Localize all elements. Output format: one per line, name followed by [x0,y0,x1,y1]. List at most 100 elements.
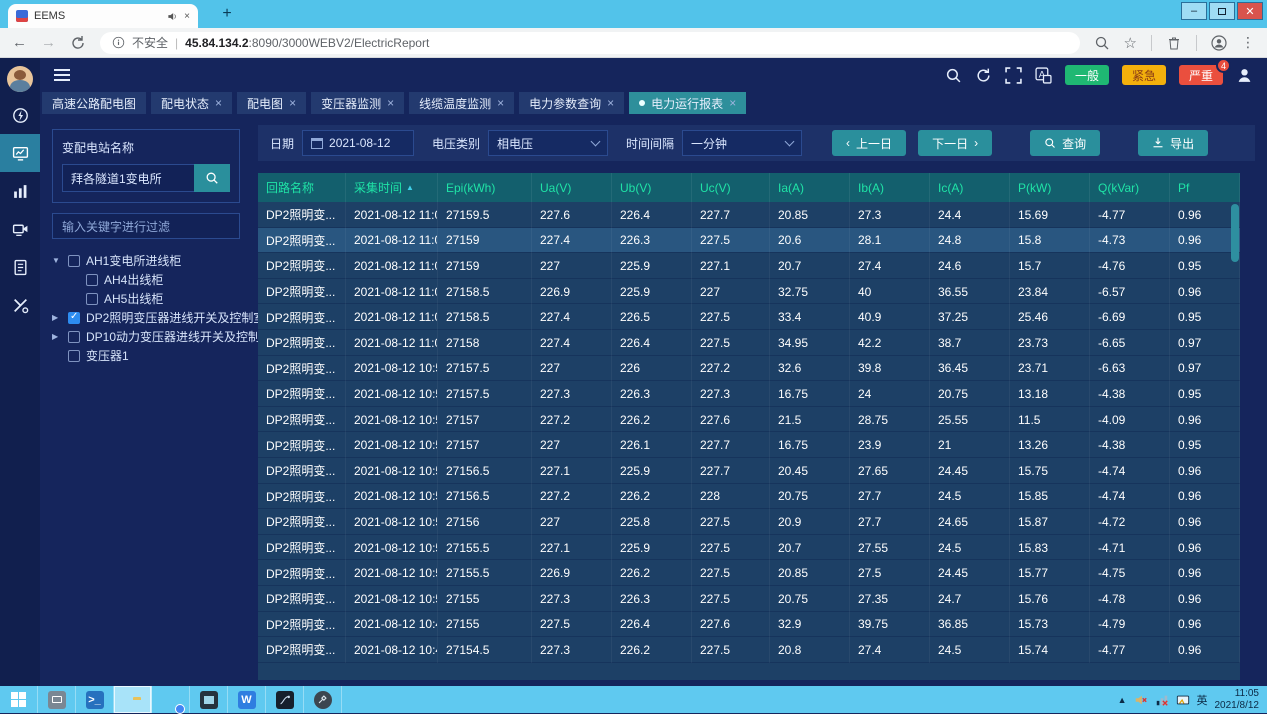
browser-menu-icon[interactable]: ⋮ [1241,34,1255,51]
sort-asc-icon[interactable]: ▲ [406,183,414,192]
close-tab-icon[interactable]: × [497,96,504,110]
rail-item-bar-chart[interactable] [0,172,40,210]
export-button[interactable]: 导出 [1138,130,1208,156]
tree-checkbox[interactable] [68,331,80,343]
tree-expand-icon[interactable]: ▼ [52,256,62,265]
taskbar-chrome-button[interactable] [152,686,190,713]
taskbar-powershell-button[interactable]: >_ [76,686,114,713]
alarm-button-紧急[interactable]: 紧急 [1122,65,1166,85]
tree-node[interactable]: 变压器1 [52,346,240,365]
table-row[interactable]: DP2照明变...2021-08-12 10:5227155.5227.1225… [258,535,1240,561]
tray-expand-icon[interactable]: ▲ [1118,695,1127,705]
tree-node[interactable]: ▶DP2照明变压器进线开关及控制室 [52,308,240,327]
taskbar-netplot-app-button[interactable] [266,686,304,713]
network-error-icon[interactable] [1155,693,1169,707]
new-tab-button[interactable]: + [216,5,238,23]
tree-checkbox[interactable] [68,255,80,267]
table-row[interactable]: DP2照明变...2021-08-12 11:0427159227.4226.3… [258,228,1240,254]
column-header[interactable]: P(kW) [1010,173,1090,202]
tray-clock[interactable]: 11:05 2021/8/12 [1215,688,1260,711]
browser-tab[interactable]: EEMS × [8,4,198,28]
alarm-button-严重[interactable]: 严重4 [1179,65,1223,85]
column-header[interactable]: 回路名称 [258,173,346,202]
refresh-icon[interactable] [975,67,992,84]
window-maximize-button[interactable] [1209,2,1235,20]
scrollbar-thumb[interactable] [1231,204,1239,262]
rail-item-tools[interactable] [0,286,40,324]
taskbar-server-manager-button[interactable] [38,686,76,713]
fullscreen-icon[interactable] [1005,67,1022,84]
close-tab-icon[interactable]: × [215,96,222,110]
table-row[interactable]: DP2照明变...2021-08-12 11:0027158227.4226.4… [258,330,1240,356]
nav-tab[interactable]: 配电状态× [151,92,232,114]
window-minimize-button[interactable]: – [1181,2,1207,20]
window-close-button[interactable]: ✕ [1237,2,1263,20]
zoom-icon[interactable] [1094,35,1110,51]
station-search-button[interactable] [194,164,230,192]
tree-node[interactable]: ▼AH1变电所进线柜 [52,251,240,270]
column-header[interactable]: 采集时间▲ [346,173,438,202]
taskbar-monitor-app-button[interactable] [190,686,228,713]
user-avatar[interactable] [7,66,33,92]
ime-tool-icon[interactable] [1176,693,1190,707]
next-day-button[interactable]: 下一日› [918,130,992,156]
info-icon[interactable] [112,36,125,49]
rail-item-globe-power[interactable] [0,96,40,134]
muted-speaker-icon[interactable] [1134,693,1148,707]
nav-tab[interactable]: 电力运行报表× [629,92,746,114]
column-header[interactable]: Pf [1170,173,1240,202]
column-header[interactable]: Ub(V) [612,173,692,202]
tree-checkbox[interactable] [86,274,98,286]
table-row[interactable]: DP2照明变...2021-08-12 11:0527159.5227.6226… [258,202,1240,228]
url-box[interactable]: 不安全 | 45.84.134.2:8090/3000WEBV2/Electri… [100,32,1080,54]
taskbar-start-button[interactable] [0,686,38,713]
nav-tab[interactable]: 高速公路配电图 [42,92,146,114]
table-row[interactable]: DP2照明变...2021-08-12 11:0227158.5226.9225… [258,279,1240,305]
table-row[interactable]: DP2照明变...2021-08-12 10:5527156.5227.1225… [258,458,1240,484]
column-header[interactable]: Epi(kWh) [438,173,532,202]
user-icon[interactable] [1236,67,1253,84]
voltage-type-select[interactable]: 相电压 [488,130,608,156]
alarm-button-一般[interactable]: 一般 [1065,65,1109,85]
table-row[interactable]: DP2照明变...2021-08-12 10:5327156227225.822… [258,509,1240,535]
prev-day-button[interactable]: ‹上一日 [832,130,906,156]
tree-collapse-icon[interactable]: ▶ [52,332,62,341]
search-icon[interactable] [945,67,962,84]
table-scrollbar[interactable] [1230,204,1240,678]
column-header[interactable]: Q(kVar) [1090,173,1170,202]
table-row[interactable]: DP2照明变...2021-08-12 10:5427156.5227.2226… [258,484,1240,510]
tree-filter-input[interactable]: 输入关键字进行过滤 [52,213,240,239]
table-row[interactable]: DP2照明变...2021-08-12 10:4927155227.5226.4… [258,612,1240,638]
table-row[interactable]: DP2照明变...2021-08-12 10:5627157227226.122… [258,432,1240,458]
close-tab-icon[interactable]: × [387,96,394,110]
tree-checkbox[interactable] [68,350,80,362]
menu-toggle-icon[interactable] [54,69,70,81]
tree-checkbox[interactable] [68,312,80,324]
forward-button[interactable]: → [41,35,56,50]
table-row[interactable]: DP2照明变...2021-08-12 10:5127155.5226.9226… [258,560,1240,586]
interval-select[interactable]: 一分钟 [682,130,802,156]
table-row[interactable]: DP2照明变...2021-08-12 10:5827157.5227.3226… [258,381,1240,407]
close-tab-icon[interactable]: × [729,96,736,110]
taskbar-wps-button[interactable]: W [228,686,266,713]
close-tab-icon[interactable]: × [289,96,296,110]
tree-node[interactable]: AH4出线柜 [70,270,240,289]
tab-audio-icon[interactable] [167,11,178,22]
column-header[interactable]: Ic(A) [930,173,1010,202]
profile-avatar-icon[interactable] [1211,35,1227,51]
date-picker[interactable]: 2021-08-12 [302,130,414,156]
nav-tab[interactable]: 线缆温度监测× [409,92,514,114]
back-button[interactable]: ← [12,35,27,50]
translate-icon[interactable]: A [1035,67,1052,84]
close-tab-icon[interactable]: × [607,96,614,110]
station-input[interactable]: 拜各隧道1变电所 [62,164,194,192]
rail-item-camera[interactable] [0,210,40,248]
tree-node[interactable]: AH5出线柜 [70,289,240,308]
column-header[interactable]: Ua(V) [532,173,612,202]
table-row[interactable]: DP2照明变...2021-08-12 10:5027155227.3226.3… [258,586,1240,612]
tree-collapse-icon[interactable]: ▶ [52,313,62,322]
table-row[interactable]: DP2照明变...2021-08-12 11:0127158.5227.4226… [258,304,1240,330]
reload-button[interactable] [70,35,86,51]
table-row[interactable]: DP2照明变...2021-08-12 10:5927157.522722622… [258,356,1240,382]
nav-tab[interactable]: 变压器监测× [311,92,404,114]
